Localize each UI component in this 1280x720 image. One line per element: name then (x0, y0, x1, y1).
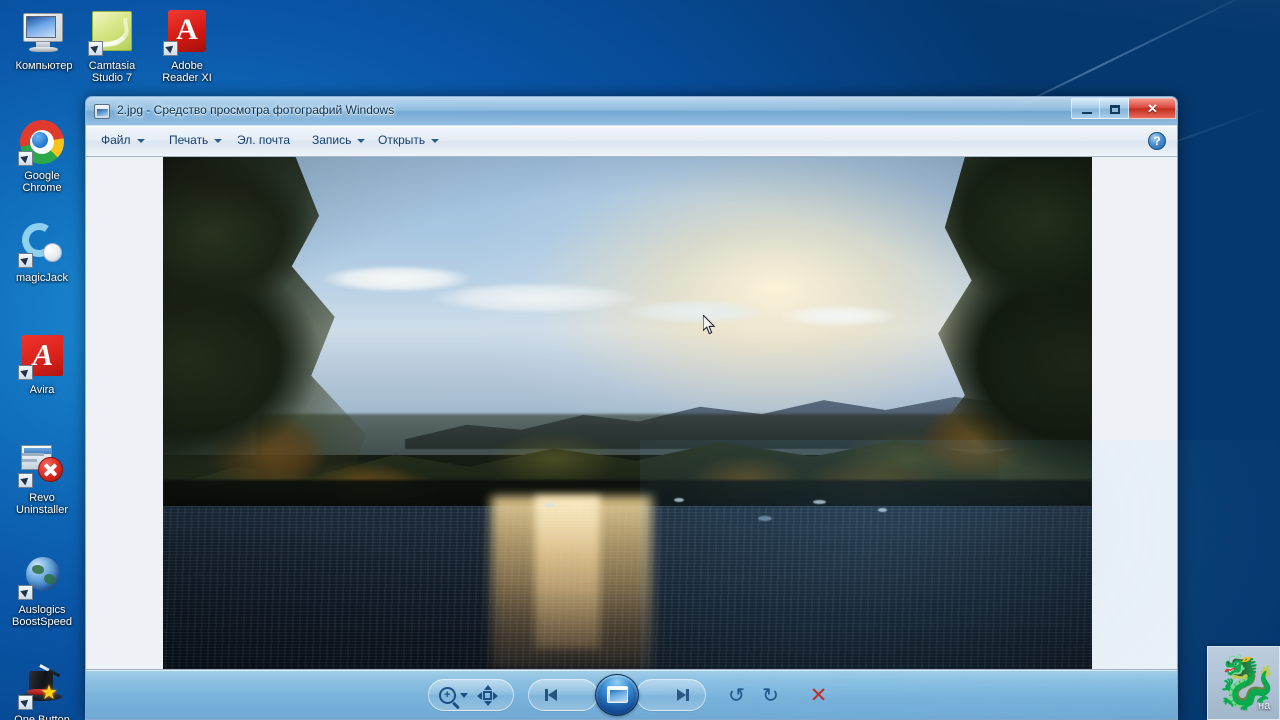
toolbar-item-burn[interactable]: Запись (312, 133, 366, 147)
shortcut-arrow-icon (18, 473, 33, 488)
toolbar-item-email[interactable]: Эл. почта (237, 133, 290, 147)
toolbar-item-label: Файл (101, 133, 131, 147)
toolbar-item-file[interactable]: Файл (101, 133, 145, 147)
desktop-icon-label: Google Chrome (22, 170, 62, 194)
previous-button[interactable] (537, 680, 571, 710)
help-button[interactable]: ? (1148, 132, 1166, 150)
maximize-button[interactable] (1100, 98, 1129, 119)
desktop-icon-label: Компьютер (15, 60, 73, 72)
chevron-down-icon (214, 138, 223, 143)
desktop-icon-label: Adobe Reader XI (162, 60, 212, 84)
window-title: 2.jpg - Средство просмотра фотографий Wi… (117, 103, 395, 117)
viewer-control-bar[interactable]: + ↺ ↻ ✕ (86, 670, 1177, 719)
skip-previous-icon (544, 688, 563, 702)
close-button[interactable]: ✕ (1129, 98, 1176, 119)
chevron-down-icon (357, 138, 366, 143)
toolbar-item-print[interactable]: Печать (169, 133, 223, 147)
desktop-icon-label: magicJack (16, 272, 68, 284)
photo-viewer-window[interactable]: 2.jpg - Средство просмотра фотографий Wi… (85, 96, 1178, 720)
rotate-counterclockwise-icon: ↺ (728, 682, 745, 707)
minimize-icon (1082, 112, 1092, 114)
desktop-icon-one-button[interactable]: One Button (4, 662, 80, 720)
shortcut-arrow-icon (18, 585, 33, 600)
rotate-right-button[interactable]: ↻ (754, 680, 788, 710)
desktop-icon-adobe-reader[interactable]: A Adobe Reader XI (149, 8, 225, 84)
toolbar-item-label: Запись (312, 133, 352, 147)
desktop-icon-google-chrome[interactable]: Google Chrome (4, 118, 80, 194)
next-button[interactable] (663, 680, 697, 710)
desktop-icon-label: Auslogics BoostSpeed (12, 604, 72, 628)
one-button-hat-icon (18, 662, 66, 710)
computer-icon (20, 8, 68, 56)
auslogics-globe-icon (18, 552, 66, 600)
desktop-icon-label: Camtasia Studio 7 (88, 60, 136, 84)
rotate-clockwise-icon: ↻ (762, 682, 779, 707)
desktop-icon-avira[interactable]: A Avira (4, 332, 80, 396)
toolbar-item-open[interactable]: Открыть (378, 133, 440, 147)
toolbar-item-label: Печать (169, 133, 209, 147)
photo-boats (163, 157, 1092, 669)
control-bar-groups: + ↺ ↻ ✕ (427, 674, 836, 716)
desktop-icon-magicjack[interactable]: magicJack (4, 220, 80, 284)
revo-uninstaller-icon (18, 440, 66, 488)
chevron-down-icon (460, 692, 468, 698)
skip-next-icon (671, 688, 689, 702)
minimize-button[interactable] (1071, 98, 1100, 119)
delete-x-icon: ✕ (809, 682, 828, 707)
picture-icon (94, 104, 110, 119)
image-canvas[interactable] (86, 157, 1177, 670)
toolbar-item-label: Эл. почта (237, 133, 291, 147)
chevron-down-icon (431, 138, 440, 143)
rotate-left-button[interactable]: ↺ (720, 680, 754, 710)
displayed-photo (163, 157, 1092, 669)
desktop-icon-label: Revo Uninstaller (16, 492, 68, 516)
toolbar-item-label: Открыть (378, 133, 426, 147)
desktop-icon-camtasia[interactable]: Camtasia Studio 7 (74, 8, 150, 84)
avira-icon: A (18, 332, 66, 380)
shortcut-arrow-icon (18, 365, 33, 380)
shortcut-arrow-icon (18, 695, 33, 710)
desktop-icon-auslogics-boostspeed[interactable]: Auslogics BoostSpeed (4, 552, 80, 628)
magicjack-icon (18, 220, 66, 268)
fit-to-window-icon (477, 684, 498, 706)
desktop[interactable]: Компьютер Camtasia Studio 7 A Adobe Read… (0, 0, 1280, 720)
adobe-reader-icon: A (163, 8, 211, 56)
shortcut-arrow-icon (18, 253, 33, 268)
next-group[interactable] (635, 679, 706, 711)
desktop-icon-label: One Button (14, 714, 70, 720)
taskbar-partial-text: на (1258, 700, 1271, 712)
close-icon: ✕ (1147, 101, 1158, 116)
fit-window-button[interactable] (471, 680, 505, 710)
desktop-icon-computer[interactable]: Компьютер (6, 8, 82, 72)
previous-group[interactable] (527, 679, 598, 711)
chevron-down-icon (136, 138, 145, 143)
window-controls[interactable]: ✕ (1071, 98, 1176, 119)
shortcut-arrow-icon (18, 151, 33, 166)
desktop-icon-revo-uninstaller[interactable]: Revo Uninstaller (4, 440, 80, 516)
shortcut-arrow-icon (88, 41, 103, 56)
slideshow-button[interactable] (592, 674, 642, 716)
delete-button[interactable]: ✕ (802, 680, 836, 710)
maximize-icon (1110, 105, 1120, 114)
magnifier-plus-icon: + (439, 686, 456, 704)
camtasia-icon (88, 8, 136, 56)
zoom-controls-group[interactable]: + (427, 679, 514, 711)
chrome-icon (18, 118, 66, 166)
zoom-button[interactable]: + (437, 680, 471, 710)
title-bar[interactable]: 2.jpg - Средство просмотра фотографий Wi… (86, 97, 1177, 126)
shortcut-arrow-icon (163, 41, 178, 56)
viewer-toolbar[interactable]: Файл Печать Эл. почта Запись Открыть ? (86, 126, 1177, 157)
desktop-icon-label: Avira (29, 384, 55, 396)
slideshow-icon (606, 686, 628, 703)
